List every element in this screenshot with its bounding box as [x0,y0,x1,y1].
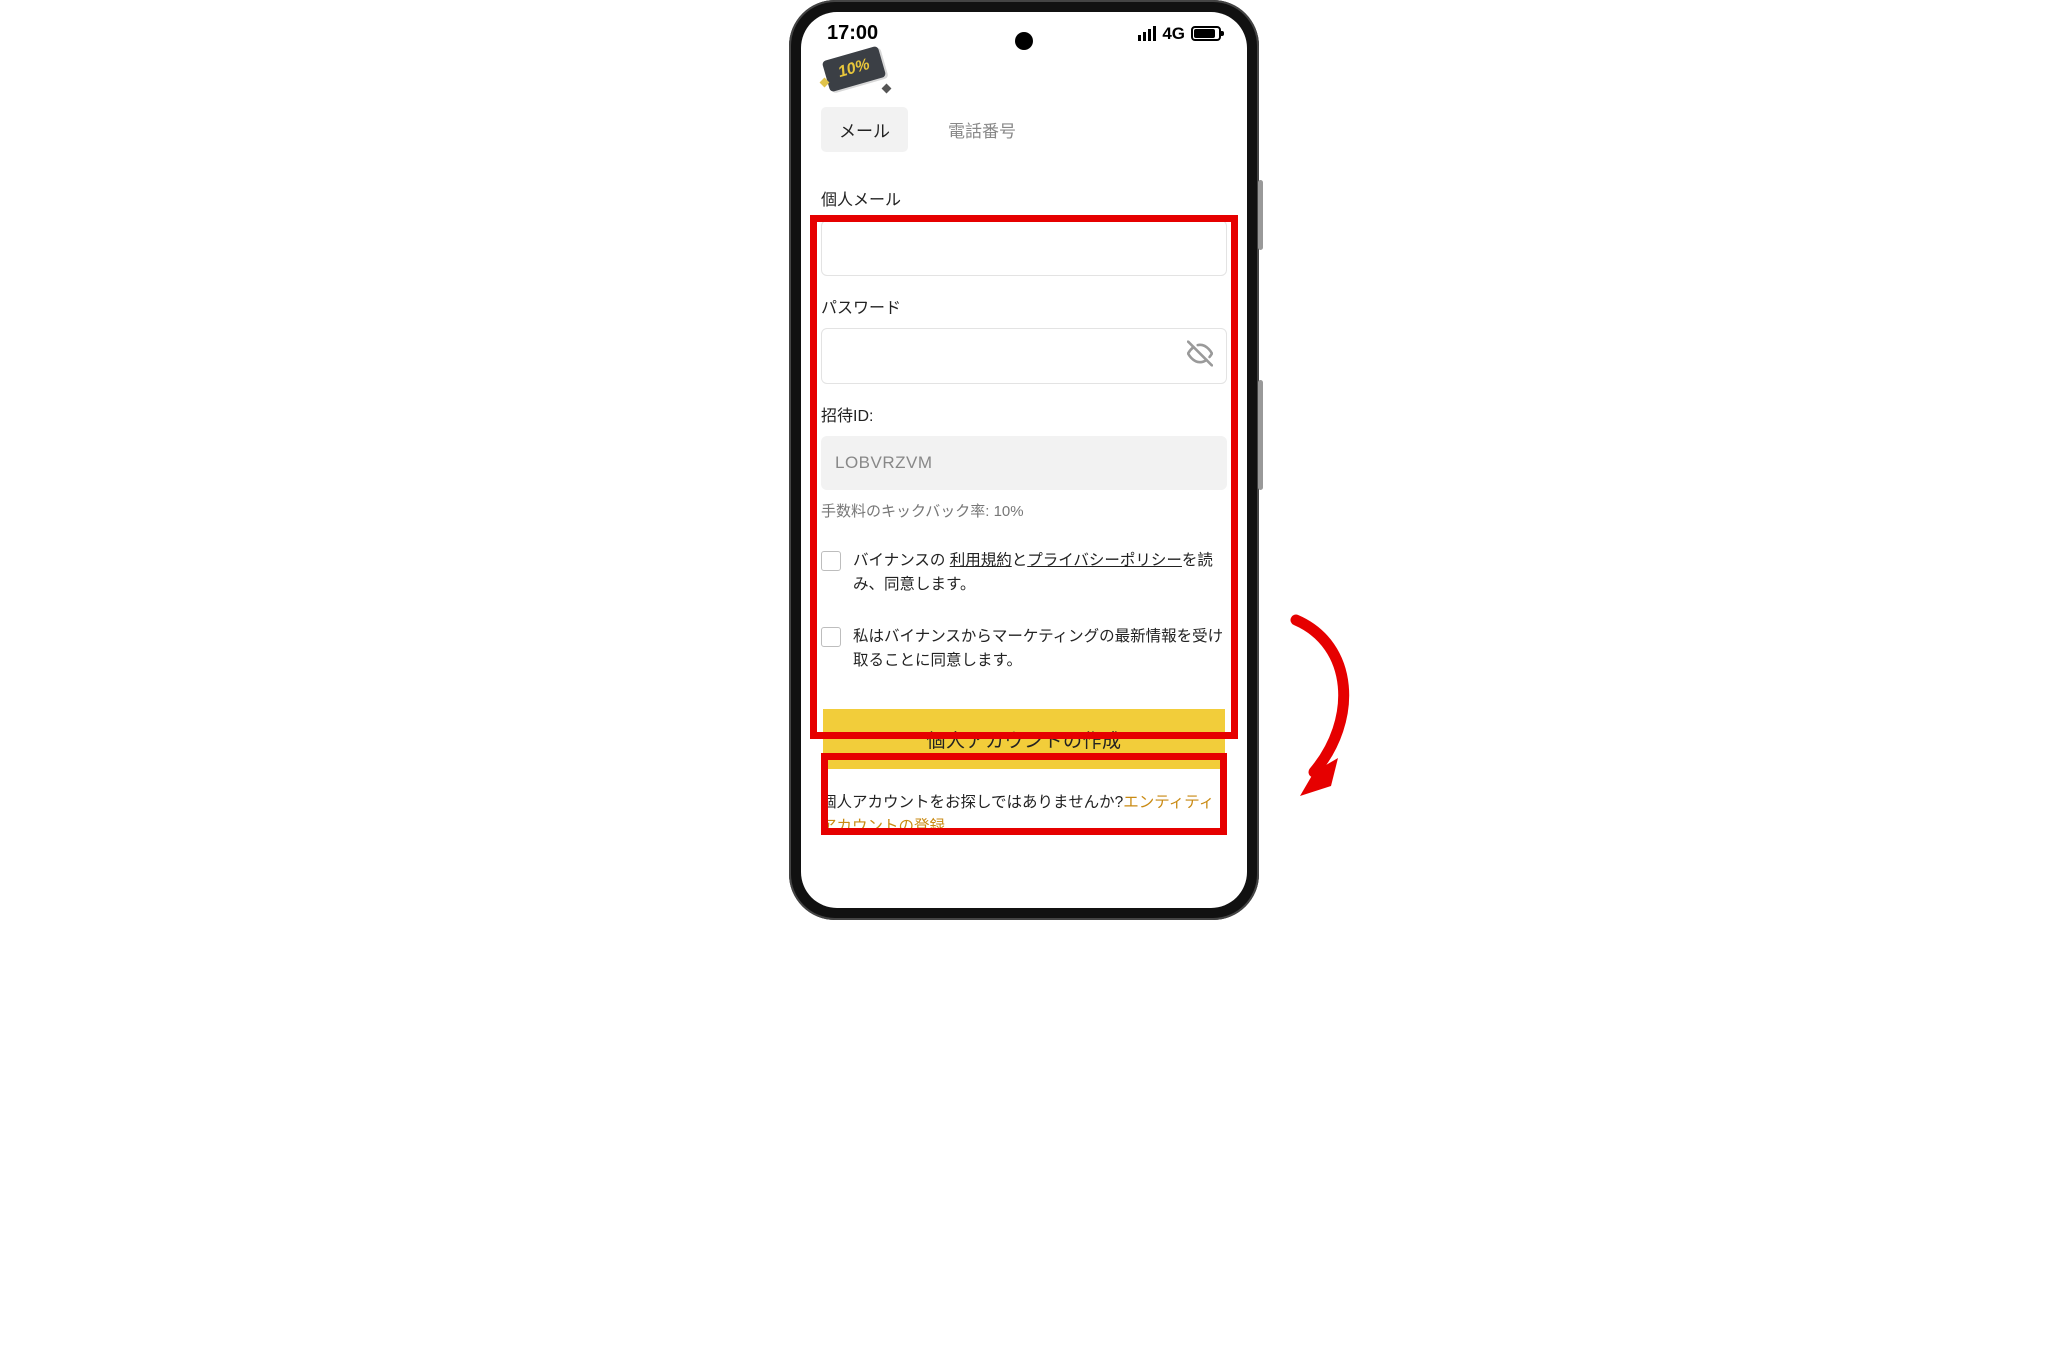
battery-icon [1191,26,1221,41]
checkbox-icon[interactable] [821,627,841,647]
terms-link[interactable]: 利用規約 [950,552,1012,569]
phone-screen: 17:00 4G 10% メール 電話番号 個人メール パスワード [801,12,1247,908]
password-label: パスワード [821,294,1227,318]
arrow-annotation-icon [1276,610,1376,810]
referral-label: 招待ID: [821,402,1227,426]
terms-text: バイナンスの 利用規約とプライバシーポリシーを読み、同意します。 [853,549,1227,597]
referral-value: LOBVRZVM [835,453,933,473]
referral-input[interactable]: LOBVRZVM [821,436,1227,490]
signup-tabs: メール 電話番号 [801,101,1247,168]
checkbox-icon[interactable] [821,551,841,571]
camera-icon [1015,32,1033,50]
kickback-text: 手数料のキックバック率: 10% [821,500,1227,521]
tab-email[interactable]: メール [821,107,908,152]
phone-side-button [1258,180,1263,250]
signal-icon [1138,26,1156,41]
coupon-discount-text: 10% [822,46,887,93]
password-input[interactable] [821,328,1227,384]
email-label: 個人メール [821,186,1227,210]
privacy-link[interactable]: プライバシーポリシー [1027,552,1182,569]
create-account-button[interactable]: 個人アカウントの作成 [823,709,1225,769]
footer-text: 個人アカウントをお探しではありませんか?エンティティアカウントの登録 [821,791,1227,839]
phone-frame: 17:00 4G 10% メール 電話番号 個人メール パスワード [789,0,1259,920]
email-input[interactable] [821,220,1227,276]
phone-side-button [1258,380,1263,490]
eye-off-icon[interactable] [1187,341,1213,372]
tab-phone[interactable]: 電話番号 [930,107,1034,152]
network-label: 4G [1162,24,1185,44]
terms-checkbox-row[interactable]: バイナンスの 利用規約とプライバシーポリシーを読み、同意します。 [821,549,1227,597]
marketing-text: 私はバイナンスからマーケティングの最新情報を受け取ることに同意します。 [853,625,1227,673]
discount-coupon-icon: 10% [819,49,897,95]
marketing-checkbox-row[interactable]: 私はバイナンスからマーケティングの最新情報を受け取ることに同意します。 [821,625,1227,673]
status-time: 17:00 [827,22,878,45]
